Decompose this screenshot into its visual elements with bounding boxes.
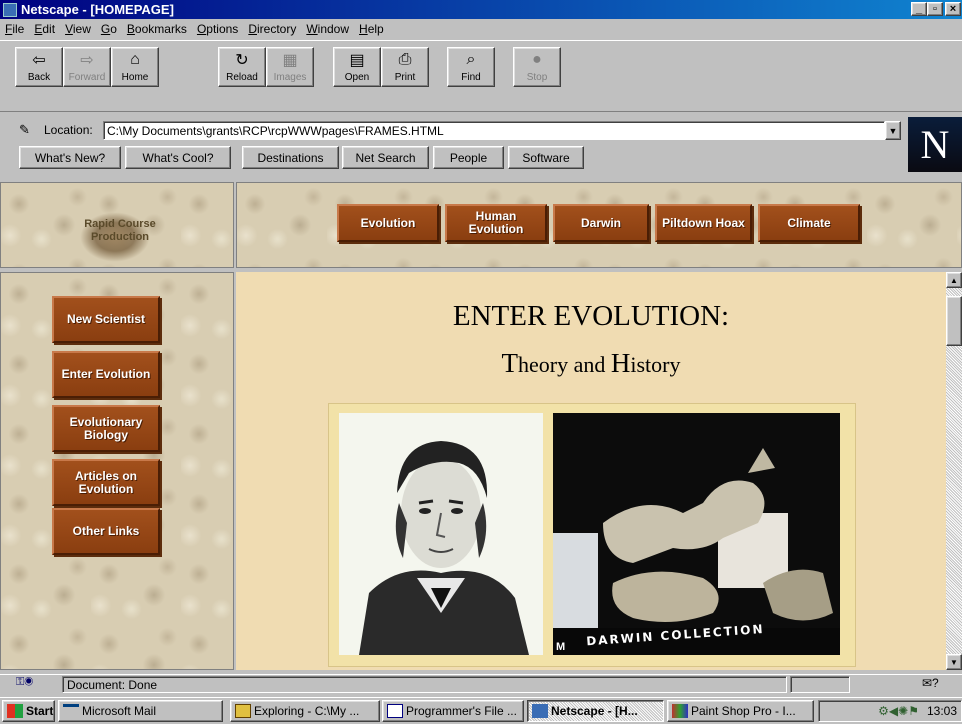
task-label: Netscape - [H... bbox=[551, 704, 638, 718]
bookmark-link-icon[interactable]: ✎ bbox=[19, 122, 35, 138]
back-button[interactable]: ⇦ Back bbox=[15, 47, 63, 87]
nav-darwin-button[interactable]: Darwin bbox=[553, 204, 649, 242]
windows-logo-icon bbox=[7, 704, 23, 718]
mail-icon[interactable]: ✉? bbox=[922, 676, 939, 690]
scroll-down-icon[interactable]: ▼ bbox=[946, 654, 962, 670]
scroll-thumb[interactable] bbox=[946, 296, 962, 346]
forward-arrow-icon: ⇨ bbox=[80, 52, 94, 69]
task-netscape[interactable]: Netscape - [H... bbox=[527, 700, 664, 722]
reload-button[interactable]: ↻ Reload bbox=[218, 47, 266, 87]
side-evolutionary-biology-button[interactable]: Evolutionary Biology bbox=[52, 405, 160, 452]
tray-icons[interactable]: ⚙◀✺⚑ bbox=[878, 704, 919, 718]
side-new-scientist-button[interactable]: New Scientist bbox=[52, 296, 160, 343]
location-dropdown-icon[interactable]: ▼ bbox=[885, 121, 901, 140]
nav-climate-button[interactable]: Climate bbox=[758, 204, 860, 242]
status-text: Document: Done bbox=[62, 676, 787, 693]
home-icon: ⌂ bbox=[130, 51, 140, 68]
system-tray: ⚙◀✺⚑ 13:03 bbox=[818, 700, 962, 722]
task-label: Exploring - C:\My ... bbox=[254, 704, 360, 718]
whats-cool-button[interactable]: What's Cool? bbox=[125, 146, 231, 169]
menu-view[interactable]: View bbox=[60, 22, 96, 36]
page-subheading: Theory and History bbox=[501, 348, 681, 378]
menu-bar: File Edit View Go Bookmarks Options Dire… bbox=[0, 19, 962, 39]
find-icon: ⌕ bbox=[466, 51, 476, 68]
nav-evolution-button[interactable]: Evolution bbox=[337, 204, 439, 242]
print-label: Print bbox=[394, 72, 416, 83]
page-heading: ENTER EVOLUTION: bbox=[452, 300, 730, 332]
stop-label: Stop bbox=[526, 72, 548, 83]
menu-help[interactable]: Help bbox=[354, 22, 389, 36]
task-label: Paint Shop Pro - I... bbox=[691, 704, 796, 718]
darwin-portrait-image bbox=[339, 413, 543, 655]
back-label: Back bbox=[27, 72, 51, 83]
netscape-app-icon[interactable] bbox=[3, 2, 17, 17]
reload-label: Reload bbox=[226, 72, 258, 83]
progress-bar bbox=[790, 676, 850, 693]
menu-go[interactable]: Go bbox=[96, 22, 122, 36]
clock[interactable]: 13:03 bbox=[927, 704, 957, 718]
stop-button[interactable]: ● Stop bbox=[513, 47, 561, 87]
start-label: Start bbox=[26, 704, 54, 718]
images-label: Images bbox=[273, 72, 307, 83]
destinations-button[interactable]: Destinations bbox=[242, 146, 339, 169]
task-exploring[interactable]: Exploring - C:\My ... bbox=[230, 700, 380, 722]
menu-directory[interactable]: Directory bbox=[243, 22, 301, 36]
forward-button[interactable]: ⇨ Forward bbox=[63, 47, 111, 87]
task-microsoft-mail[interactable]: Microsoft Mail bbox=[58, 700, 223, 722]
images-icon: ▦ bbox=[282, 52, 298, 69]
open-button[interactable]: ▤ Open bbox=[333, 47, 381, 87]
side-enter-evolution-button[interactable]: Enter Evolution bbox=[52, 351, 160, 398]
software-button[interactable]: Software bbox=[508, 146, 584, 169]
reload-icon: ↻ bbox=[235, 52, 249, 69]
menu-options[interactable]: Options bbox=[192, 22, 243, 36]
window-title: Netscape - [HOMEPAGE] bbox=[21, 2, 174, 17]
side-other-links-button[interactable]: Other Links bbox=[52, 508, 160, 555]
find-label: Find bbox=[461, 72, 481, 83]
task-label: Microsoft Mail bbox=[82, 704, 157, 718]
netscape-n-logo[interactable]: N bbox=[908, 117, 962, 172]
location-input[interactable]: C:\My Documents\grants\RCP\rcpWWWpages\F… bbox=[103, 121, 885, 140]
photo-letter: M bbox=[556, 641, 566, 653]
security-key-icon[interactable]: ⚿◉ bbox=[16, 676, 56, 692]
stop-icon: ● bbox=[532, 51, 542, 68]
side-articles-button[interactable]: Articles on Evolution bbox=[52, 459, 160, 506]
scroll-up-icon[interactable]: ▲ bbox=[946, 272, 962, 288]
whats-new-button[interactable]: What's New? bbox=[19, 146, 121, 169]
task-programmers-file[interactable]: Programmer's File ... bbox=[382, 700, 524, 722]
task-label: Programmer's File ... bbox=[406, 704, 517, 718]
menu-window[interactable]: Window bbox=[301, 22, 354, 36]
start-button[interactable]: Start bbox=[2, 700, 55, 722]
menu-edit[interactable]: Edit bbox=[29, 22, 60, 36]
print-button[interactable]: ⎙ Print bbox=[381, 47, 429, 87]
paint-shop-icon bbox=[672, 704, 688, 718]
nav-human-evolution-button[interactable]: Human Evolution bbox=[445, 204, 547, 242]
people-button[interactable]: People bbox=[433, 146, 504, 169]
explorer-icon bbox=[235, 704, 251, 718]
minimize-button[interactable]: _ bbox=[911, 2, 927, 16]
menu-bookmarks[interactable]: Bookmarks bbox=[122, 22, 192, 36]
home-label: Home bbox=[121, 72, 149, 83]
back-arrow-icon: ⇦ bbox=[32, 52, 46, 69]
open-label: Open bbox=[344, 72, 370, 83]
maximize-button[interactable]: ▫ bbox=[927, 2, 943, 16]
mail-app-icon bbox=[63, 704, 79, 718]
home-button[interactable]: ⌂ Home bbox=[111, 47, 159, 87]
forward-label: Forward bbox=[68, 72, 106, 83]
nav-piltdown-hoax-button[interactable]: Piltdown Hoax bbox=[655, 204, 752, 242]
menu-file[interactable]: File bbox=[0, 22, 29, 36]
netscape-task-icon bbox=[532, 704, 548, 718]
editor-icon bbox=[387, 704, 403, 718]
task-paint-shop-pro[interactable]: Paint Shop Pro - I... bbox=[667, 700, 814, 722]
close-button[interactable]: × bbox=[945, 2, 961, 16]
location-label: Location: bbox=[44, 123, 93, 137]
open-icon: ▤ bbox=[349, 52, 365, 69]
images-button[interactable]: ▦ Images bbox=[266, 47, 314, 87]
find-button[interactable]: ⌕ Find bbox=[447, 47, 495, 87]
net-search-button[interactable]: Net Search bbox=[342, 146, 429, 169]
print-icon: ⎙ bbox=[398, 51, 412, 68]
title-bar[interactable]: Netscape - [HOMEPAGE] bbox=[0, 0, 962, 19]
site-logo-text[interactable]: Rapid Course Production bbox=[60, 218, 180, 244]
